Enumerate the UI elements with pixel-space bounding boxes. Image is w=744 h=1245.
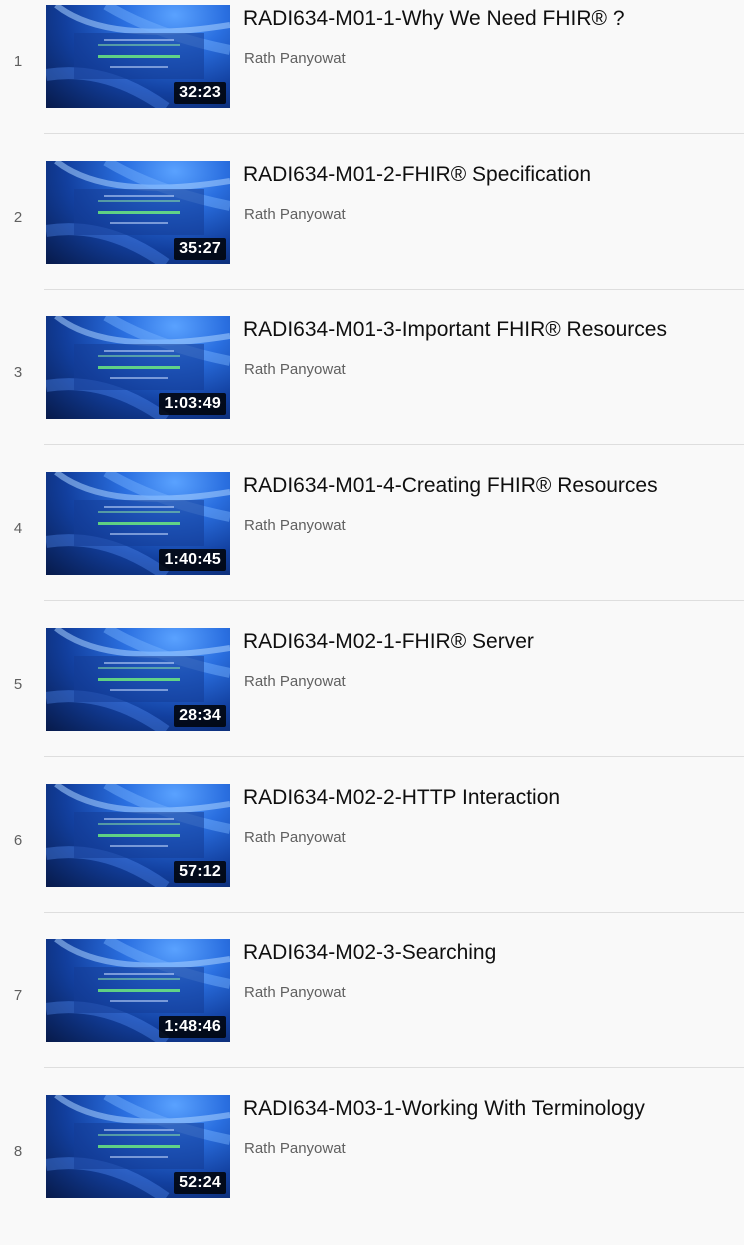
item-index: 3 <box>13 364 23 382</box>
playlist-item[interactable]: 2 35:27 RADI634-M01-2-FHIR® Specificatio… <box>0 156 744 311</box>
row-divider <box>44 1067 744 1069</box>
slide-preview <box>74 344 204 391</box>
video-thumbnail[interactable]: 1:48:46 <box>46 939 230 1043</box>
row-divider <box>44 755 744 757</box>
playlist-item[interactable]: 8 52:24 RADI634-M03-1-Working With Termi… <box>0 1090 744 1245</box>
video-title-link[interactable]: RADI634-M03-1-Working With Terminology <box>243 1097 645 1121</box>
duration-badge: 1:03:49 <box>159 393 226 416</box>
channel-name-link[interactable]: Rath Panyowat <box>244 206 346 223</box>
row-divider <box>44 444 744 446</box>
playlist-item[interactable]: 6 57:12 RADI634-M02-2-HTTP Interaction R… <box>0 779 744 934</box>
slide-preview <box>74 967 204 1014</box>
row-divider <box>44 600 744 602</box>
duration-badge: 1:40:45 <box>159 549 226 572</box>
playlist-item[interactable]: 7 1:48:46 RADI634-M02-3-Searching Rath P… <box>0 934 744 1089</box>
duration-badge: 57:12 <box>174 860 226 883</box>
channel-name-link[interactable]: Rath Panyowat <box>244 50 346 67</box>
slide-preview <box>74 811 204 858</box>
playlist-item[interactable]: 4 1:40:45 RADI634-M01-4-Creating FHIR® R… <box>0 467 744 622</box>
channel-name-link[interactable]: Rath Panyowat <box>244 984 346 1001</box>
slide-preview <box>74 33 204 79</box>
item-index: 6 <box>13 831 23 849</box>
duration-badge: 35:27 <box>174 237 226 260</box>
video-thumbnail[interactable]: 1:40:45 <box>46 472 230 576</box>
playlist-item[interactable]: 3 1:03:49 RADI634-M01-3-Important FHIR® … <box>0 311 744 466</box>
row-divider <box>44 288 744 290</box>
duration-badge: 32:23 <box>174 82 226 104</box>
channel-name-link[interactable]: Rath Panyowat <box>244 517 346 534</box>
video-thumbnail[interactable]: 52:24 <box>46 1094 230 1198</box>
channel-name-link[interactable]: Rath Panyowat <box>244 829 346 846</box>
video-thumbnail[interactable]: 32:23 <box>46 5 230 108</box>
duration-badge: 1:48:46 <box>159 1016 226 1039</box>
video-title-link[interactable]: RADI634-M01-4-Creating FHIR® Resources <box>243 474 658 498</box>
video-title-link[interactable]: RADI634-M01-3-Important FHIR® Resources <box>243 318 667 342</box>
channel-name-link[interactable]: Rath Panyowat <box>244 673 346 690</box>
playlist-item[interactable]: 5 28:34 RADI634-M02-1-FHIR® Server Rath … <box>0 623 744 778</box>
video-thumbnail[interactable]: 1:03:49 <box>46 316 230 420</box>
item-index: 5 <box>13 675 23 693</box>
video-title-link[interactable]: RADI634-M02-1-FHIR® Server <box>243 630 534 654</box>
slide-preview <box>74 1122 204 1169</box>
channel-name-link[interactable]: Rath Panyowat <box>244 361 346 378</box>
duration-badge: 28:34 <box>174 704 226 727</box>
channel-name-link[interactable]: Rath Panyowat <box>244 1140 346 1157</box>
video-thumbnail[interactable]: 57:12 <box>46 783 230 887</box>
video-title-link[interactable]: RADI634-M02-3-Searching <box>243 941 496 965</box>
item-index: 7 <box>13 987 23 1005</box>
video-title-link[interactable]: RADI634-M01-1-Why We Need FHIR® ? <box>243 7 625 31</box>
item-index: 2 <box>13 208 23 226</box>
item-index: 4 <box>13 520 23 538</box>
playlist-item[interactable]: 1 32:23 RADI634-M01-1-Why We Need FHIR® … <box>0 0 744 155</box>
slide-preview <box>74 655 204 702</box>
slide-preview <box>74 500 204 547</box>
row-divider <box>44 911 744 913</box>
item-index: 8 <box>13 1142 23 1160</box>
video-thumbnail[interactable]: 35:27 <box>46 160 230 264</box>
item-index: 1 <box>13 53 23 70</box>
video-thumbnail[interactable]: 28:34 <box>46 627 230 731</box>
row-divider <box>44 133 744 134</box>
video-title-link[interactable]: RADI634-M02-2-HTTP Interaction <box>243 786 560 810</box>
slide-preview <box>74 188 204 235</box>
video-title-link[interactable]: RADI634-M01-2-FHIR® Specification <box>243 163 591 187</box>
duration-badge: 52:24 <box>174 1171 226 1194</box>
